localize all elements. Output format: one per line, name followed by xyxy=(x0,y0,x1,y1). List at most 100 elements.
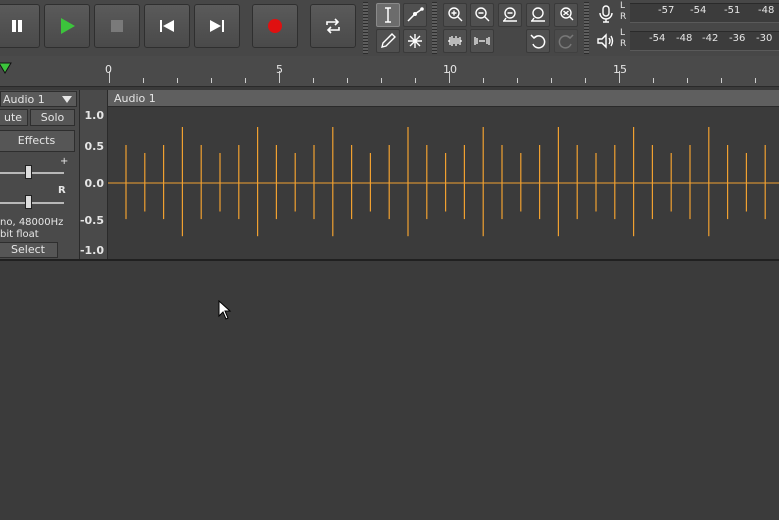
zoom-toggle-button[interactable] xyxy=(554,3,578,27)
clip-title-bar[interactable]: Audio 1 xyxy=(108,90,779,107)
ruler-tick xyxy=(279,71,280,83)
trim-icon xyxy=(448,36,462,46)
ruler-tick xyxy=(347,78,348,83)
undo-button[interactable] xyxy=(526,29,550,53)
ruler-tick xyxy=(313,78,314,83)
toolbar: L R -57 -54 -51 -48 L R -54 -48 -42 -36 … xyxy=(0,0,779,57)
skip-to-start-button[interactable] xyxy=(144,4,190,48)
ruler-tick xyxy=(755,78,756,83)
pause-icon xyxy=(12,20,22,32)
meter-tick-label: -54 xyxy=(690,5,707,16)
pan-right-label: R xyxy=(58,185,66,196)
skip-to-end-button[interactable] xyxy=(194,4,240,48)
timeline-options-icon[interactable] xyxy=(0,61,12,75)
chevron-down-icon xyxy=(62,96,72,103)
track-sample-format: bit float xyxy=(0,229,39,240)
ruler-tick xyxy=(551,78,552,83)
zoom-in-button[interactable] xyxy=(443,3,467,27)
clip-title: Audio 1 xyxy=(114,92,156,105)
effects-button[interactable]: Effects xyxy=(0,130,75,152)
trim-button[interactable] xyxy=(443,29,467,53)
meter-tick-label: -36 xyxy=(729,33,746,44)
multi-tool-icon xyxy=(408,34,422,48)
playback-meter-button[interactable] xyxy=(594,29,618,53)
selection-tool-button[interactable] xyxy=(376,3,400,27)
ruler-tick xyxy=(619,71,620,83)
loop-button[interactable] xyxy=(310,4,356,48)
waveform[interactable] xyxy=(108,108,779,259)
mute-button[interactable]: ute xyxy=(0,109,28,126)
play-button[interactable] xyxy=(44,4,90,48)
zoom-out-button[interactable] xyxy=(470,3,494,27)
record-button[interactable] xyxy=(252,4,298,48)
track-format-info: no, 48000Hz xyxy=(0,217,64,228)
envelope-tool-button[interactable] xyxy=(403,3,427,27)
zoom-toggle-icon xyxy=(560,7,574,21)
meter-left-label: L xyxy=(620,28,626,38)
ruler-tick xyxy=(143,78,144,83)
meter-tick-label: -42 xyxy=(702,33,719,44)
meter-tick-label: -54 xyxy=(649,33,666,44)
meter-tick-label: -48 xyxy=(758,5,775,16)
ruler-tick xyxy=(585,78,586,83)
envelope-tool-icon xyxy=(407,7,424,22)
track-control-panel[interactable]: Audio 1 ute Solo Effects + R no, 48000Hz… xyxy=(0,90,80,259)
skip-start-icon xyxy=(160,20,174,32)
meter-tick-label: -48 xyxy=(676,33,693,44)
meter-left-label: L xyxy=(620,1,626,11)
ruler-label: 10 xyxy=(443,63,457,76)
loop-icon xyxy=(326,18,340,34)
timeline-ruler[interactable]: 0 5 10 15 xyxy=(0,56,779,87)
ruler-label: 15 xyxy=(613,63,627,76)
meter-tick-label: -30 xyxy=(756,33,773,44)
microphone-icon xyxy=(599,5,613,23)
stop-button[interactable] xyxy=(94,4,140,48)
redo-button[interactable] xyxy=(554,29,578,53)
track-name-menu[interactable]: Audio 1 xyxy=(0,91,77,107)
ruler-tick xyxy=(245,78,246,83)
audio-clip[interactable]: Audio 1 xyxy=(108,90,779,259)
solo-button[interactable]: Solo xyxy=(30,109,75,126)
record-meter-button[interactable] xyxy=(594,2,618,26)
ruler-tick xyxy=(483,78,484,83)
fit-project-button[interactable] xyxy=(526,3,550,27)
mouse-cursor-icon xyxy=(218,300,232,320)
ruler-tick xyxy=(721,78,722,83)
pan-slider[interactable] xyxy=(25,195,32,209)
fit-project-icon xyxy=(531,7,545,22)
empty-project-area[interactable] xyxy=(0,261,779,520)
ruler-tick xyxy=(415,78,416,83)
meter-right-label: R xyxy=(620,12,627,22)
silence-button[interactable] xyxy=(470,29,494,53)
fit-selection-button[interactable] xyxy=(498,3,522,27)
record-meter[interactable]: -57 -54 -51 -48 xyxy=(630,1,779,23)
gain-slider[interactable] xyxy=(25,165,32,179)
select-button[interactable]: Select xyxy=(0,242,58,258)
meter-right-label: R xyxy=(620,39,627,49)
pause-button[interactable] xyxy=(0,4,40,48)
undo-icon xyxy=(530,34,546,49)
multi-tool-button[interactable] xyxy=(403,29,427,53)
silence-icon xyxy=(474,37,490,45)
draw-tool-icon xyxy=(381,33,396,48)
speaker-icon xyxy=(597,33,614,49)
scale-label: -1.0 xyxy=(79,244,104,257)
gain-plus-label: + xyxy=(60,156,69,167)
toolbar-grip[interactable] xyxy=(432,2,437,54)
fit-selection-icon xyxy=(503,7,517,22)
playback-meter[interactable]: -54 -48 -42 -36 -30 xyxy=(630,29,779,51)
amplitude-scale[interactable]: 1.0 0.5 0.0 -0.5 -1.0 xyxy=(80,90,108,259)
selection-tool-icon xyxy=(385,7,391,23)
draw-tool-button[interactable] xyxy=(376,29,400,53)
scale-label: 0.0 xyxy=(84,177,105,190)
zoom-in-icon xyxy=(448,7,463,22)
record-icon xyxy=(268,19,282,33)
scale-label: 1.0 xyxy=(84,109,105,122)
toolbar-grip[interactable] xyxy=(584,2,589,54)
ruler-tick xyxy=(653,78,654,83)
stop-icon xyxy=(111,20,123,32)
ruler-tick xyxy=(449,71,450,83)
ruler-tick xyxy=(687,78,688,83)
toolbar-grip[interactable] xyxy=(363,2,368,54)
track-name: Audio 1 xyxy=(3,93,45,106)
